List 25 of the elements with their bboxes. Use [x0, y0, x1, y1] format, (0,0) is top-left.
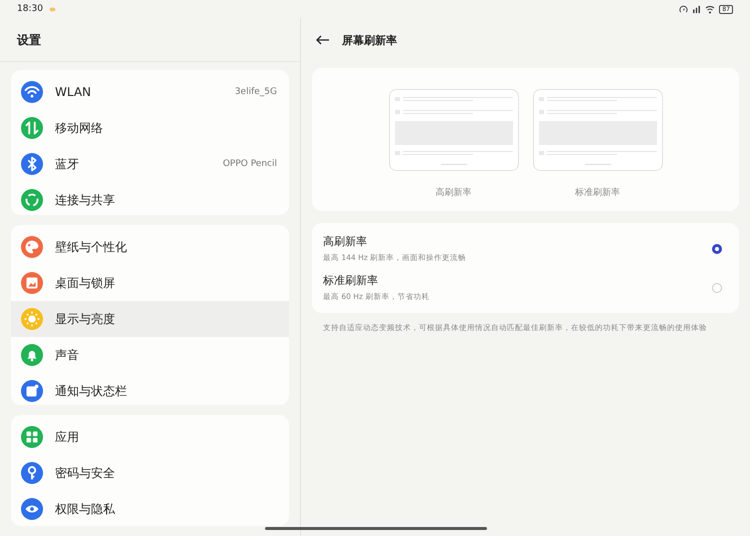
- settings-item[interactable]: 通知与状态栏: [11, 373, 289, 405]
- preview-label: 高刷新率: [436, 186, 472, 199]
- settings-item[interactable]: 连接与共享: [11, 182, 289, 216]
- option-title: 高刷新率: [323, 234, 368, 249]
- settings-item[interactable]: 桌面与锁屏: [11, 265, 289, 302]
- settings-item[interactable]: 壁纸与个性化: [11, 229, 289, 266]
- signal-icon: [692, 4, 702, 14]
- preview-label: 标准刷新率: [575, 186, 620, 199]
- sidebar-title: 设置: [0, 18, 300, 62]
- settings-item[interactable]: 蓝牙 OPPO Pencil: [11, 146, 289, 182]
- status-dot-icon: [48, 6, 56, 12]
- settings-item[interactable]: 声音: [11, 337, 289, 374]
- radio-button[interactable]: [712, 244, 722, 254]
- settings-item[interactable]: 权限与隐私: [11, 491, 289, 526]
- settings-item[interactable]: WLAN 3elife_5G: [11, 74, 289, 110]
- option-title: 标准刷新率: [323, 273, 379, 288]
- settings-item[interactable]: 应用: [11, 419, 289, 455]
- gauge-icon: [679, 4, 688, 14]
- settings-item[interactable]: 密码与安全: [11, 455, 289, 491]
- settings-item[interactable]: 移动网络: [11, 110, 289, 146]
- status-time: 18:30: [17, 4, 43, 14]
- wifi-icon: [705, 4, 716, 14]
- settings-item[interactable]: 显示与亮度: [11, 301, 289, 338]
- back-arrow-icon[interactable]: [316, 35, 330, 45]
- page-title: 屏幕刷新率: [342, 32, 397, 48]
